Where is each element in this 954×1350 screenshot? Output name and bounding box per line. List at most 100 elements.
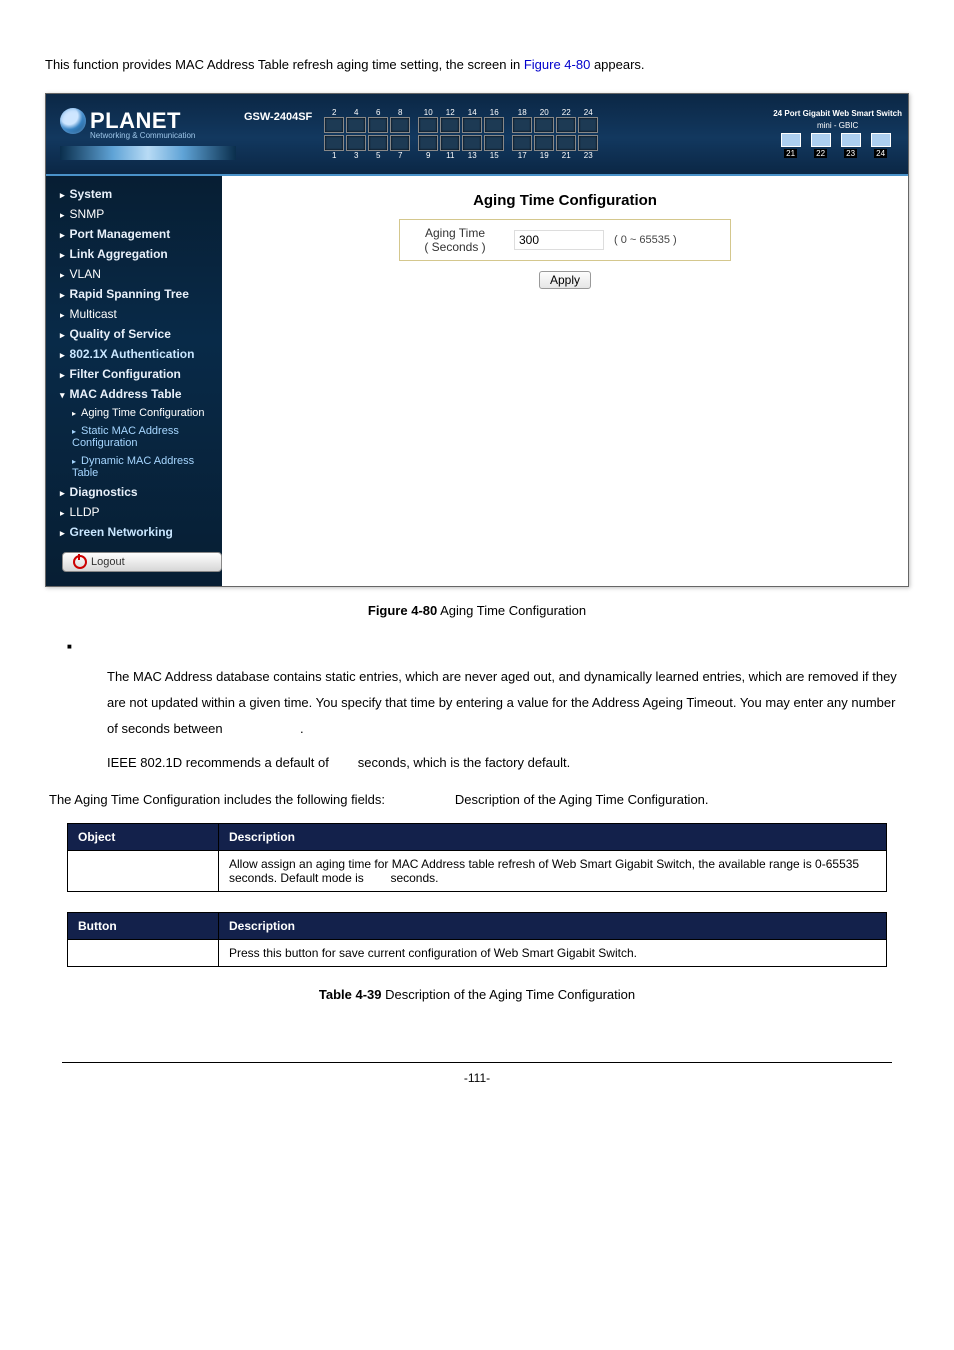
form-label-line2: ( Seconds ) <box>424 240 485 254</box>
sidebar-item-lldp[interactable]: LLDP <box>46 502 222 522</box>
content-title: Aging Time Configuration <box>222 192 908 209</box>
port-jack <box>512 135 532 151</box>
port-number: 24 <box>583 108 593 117</box>
port-number: 7 <box>395 151 405 160</box>
mini-gbic-port <box>811 133 831 147</box>
intro-suffix: appears. <box>590 57 644 72</box>
port-number: 16 <box>489 108 499 117</box>
obj-cell-desc: Allow assign an aging time for MAC Addre… <box>219 850 887 891</box>
brand-tagline: Networking & Communication <box>90 131 236 140</box>
port-jack <box>556 117 576 133</box>
port-jack <box>324 117 344 133</box>
intro-prefix: This function provides MAC Address Table… <box>45 57 524 72</box>
port-number: 12 <box>445 108 455 117</box>
sidebar-item-filter[interactable]: Filter Configuration <box>46 364 222 384</box>
port-jack <box>534 135 554 151</box>
port-number: 1 <box>329 151 339 160</box>
desc-pre: The Aging Time Configuration includes th… <box>49 792 389 807</box>
ribbon-decoration <box>60 146 236 160</box>
port-jack <box>578 135 598 151</box>
port-number: 17 <box>517 151 527 160</box>
para2-pre: IEEE 802.1D recommends a default of <box>107 755 332 770</box>
mini-gbic-port <box>841 133 861 147</box>
port-number: 15 <box>489 151 499 160</box>
sidebar-item-rstp[interactable]: Rapid Spanning Tree <box>46 284 222 304</box>
port-number: 2 <box>329 108 339 117</box>
port-jack <box>484 135 504 151</box>
port-number: 8 <box>395 108 405 117</box>
port-jack <box>534 117 554 133</box>
power-icon <box>73 555 87 569</box>
mini-gbic-number: 21 <box>784 149 797 158</box>
table-caption-text: Description of the Aging Time Configurat… <box>381 987 635 1002</box>
obj-desc-pre: Allow assign an aging time for MAC Addre… <box>229 857 859 885</box>
port-number: 6 <box>373 108 383 117</box>
sidebar-item-mac-address-table[interactable]: MAC Address Table <box>46 384 222 404</box>
port-jack <box>346 135 366 151</box>
aging-time-input[interactable] <box>514 230 604 250</box>
bullet-heading: Aging Time Configuration <box>45 640 909 656</box>
switch-title: 24 Port Gigabit Web Smart Switch <box>773 109 908 119</box>
port-number: 13 <box>467 151 477 160</box>
mini-gbic-port <box>871 133 891 147</box>
obj-header-description: Description <box>219 823 887 850</box>
sidebar-item-green-networking[interactable]: Green Networking <box>46 522 222 542</box>
port-jack <box>390 117 410 133</box>
sidebar-item-system[interactable]: System <box>46 184 222 204</box>
sidebar-sub-aging-time[interactable]: Aging Time Configuration <box>46 404 222 422</box>
sidebar-item-vlan[interactable]: VLAN <box>46 264 222 284</box>
globe-icon <box>60 108 86 134</box>
port-number: 5 <box>373 151 383 160</box>
sidebar-item-dot1x[interactable]: 802.1X Authentication <box>46 344 222 364</box>
port-jack <box>368 135 388 151</box>
port-jack <box>578 117 598 133</box>
mini-gbic-number: 22 <box>814 149 827 158</box>
apply-button[interactable]: Apply <box>539 271 591 289</box>
port-jack <box>440 117 460 133</box>
port-jack <box>484 117 504 133</box>
paragraph-1: The MAC Address database contains static… <box>45 656 909 742</box>
sidebar-item-snmp[interactable]: SNMP <box>46 204 222 224</box>
obj-desc-post: seconds. <box>387 871 438 885</box>
intro-figure-link: Figure 4-80 <box>524 57 590 72</box>
port-number: 19 <box>539 151 549 160</box>
port-number: 18 <box>517 108 527 117</box>
port-jack <box>368 117 388 133</box>
obj-cell-name: Aging Time <box>68 850 219 891</box>
sidebar-item-diagnostics[interactable]: Diagnostics <box>46 482 222 502</box>
table-caption: Table 4-39 Description of the Aging Time… <box>45 987 909 1002</box>
port-jack <box>418 135 438 151</box>
model-number: GSW-2404SF <box>244 111 312 123</box>
btn-cell-name: Apply <box>68 939 219 966</box>
port-jack <box>324 135 344 151</box>
sidebar-sub-static-mac[interactable]: Static MAC Address Configuration <box>46 422 222 452</box>
port-jack <box>462 117 482 133</box>
port-number: 4 <box>351 108 361 117</box>
logout-label: Logout <box>91 556 125 568</box>
sidebar-sub-dynamic-mac[interactable]: Dynamic MAC Address Table <box>46 452 222 482</box>
btn-cell-desc: Press this button for save current confi… <box>219 939 887 966</box>
desc-post: Description of the Aging Time Configurat… <box>451 792 708 807</box>
object-table: Object Description Aging Time Allow assi… <box>67 823 887 892</box>
port-jack <box>440 135 460 151</box>
logout-button[interactable]: Logout <box>62 552 222 572</box>
port-number: 21 <box>561 151 571 160</box>
content-area: Aging Time Configuration Aging Time ( Se… <box>222 176 908 586</box>
btn-header-button: Button <box>68 912 219 939</box>
port-panel: GSW-2404SF 24681012141618202224 13579111… <box>236 94 908 174</box>
port-jack <box>512 117 532 133</box>
port-jack <box>346 117 366 133</box>
sidebar-item-port-management[interactable]: Port Management <box>46 224 222 244</box>
sidebar-item-qos[interactable]: Quality of Service <box>46 324 222 344</box>
intro-text: This function provides MAC Address Table… <box>45 55 909 75</box>
para1-text: The MAC Address database contains static… <box>107 669 897 736</box>
sidebar-item-multicast[interactable]: Multicast <box>46 304 222 324</box>
mini-gbic-label: mini - GBIC <box>817 121 864 131</box>
port-number: 23 <box>583 151 593 160</box>
button-table: Button Description Apply Press this butt… <box>67 912 887 967</box>
form-label-line1: Aging Time <box>425 226 485 240</box>
figure-caption-number: Figure 4-80 <box>368 603 437 618</box>
aging-time-range: ( 0 ~ 65535 ) <box>608 234 683 246</box>
device-header: PLANET Networking & Communication GSW-24… <box>46 94 908 176</box>
sidebar-item-link-aggregation[interactable]: Link Aggregation <box>46 244 222 264</box>
